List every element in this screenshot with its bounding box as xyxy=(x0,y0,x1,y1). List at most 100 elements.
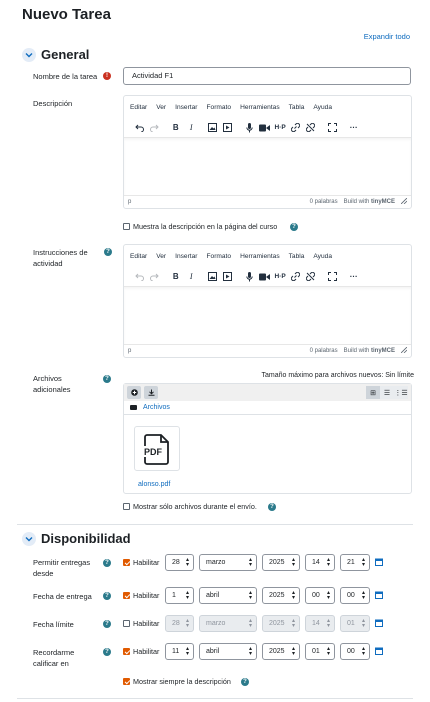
tree-view-icon[interactable]: ⋮☰ xyxy=(394,386,408,399)
menu-table[interactable]: Tabla xyxy=(289,104,305,111)
menu-edit[interactable]: Editar xyxy=(130,104,147,111)
description-editor[interactable]: Editar Ver Insertar Formato Herramientas… xyxy=(123,95,412,209)
redo-icon[interactable] xyxy=(147,121,161,135)
unlink-icon[interactable] xyxy=(304,270,318,284)
minute-select[interactable]: 00 ▴ ▾ xyxy=(340,643,370,660)
built-with[interactable]: Build with tinyMCE xyxy=(344,348,395,354)
list-view-icon[interactable]: ☰ xyxy=(380,386,394,399)
microphone-icon[interactable] xyxy=(242,270,256,284)
menu-format[interactable]: Formato xyxy=(207,104,232,111)
more-icon[interactable]: ··· xyxy=(347,270,361,284)
calendar-icon[interactable] xyxy=(375,647,383,655)
month-select[interactable]: abril ▴ ▾ xyxy=(199,587,257,604)
built-with[interactable]: Build with tinyMCE xyxy=(344,199,395,205)
image-icon[interactable] xyxy=(206,121,220,135)
grading-reminder-enable-checkbox[interactable] xyxy=(123,648,130,655)
show-description-checkbox[interactable] xyxy=(123,223,130,230)
year-select[interactable]: 2025 ▴ ▾ xyxy=(262,643,300,660)
calendar-icon[interactable] xyxy=(375,591,383,599)
menu-view[interactable]: Ver xyxy=(156,104,166,111)
calendar-icon[interactable] xyxy=(375,558,383,566)
menu-format[interactable]: Formato xyxy=(207,253,232,260)
italic-icon[interactable]: I xyxy=(184,270,198,284)
show-files-checkbox[interactable] xyxy=(123,503,130,510)
menu-tools[interactable]: Herramientas xyxy=(240,104,280,111)
help-icon[interactable]: ? xyxy=(268,503,276,511)
help-icon[interactable]: ? xyxy=(103,648,111,656)
grid-view-icon[interactable]: ⊞ xyxy=(366,386,380,399)
editor-content-area[interactable] xyxy=(124,286,411,345)
download-button[interactable] xyxy=(144,386,158,399)
menu-insert[interactable]: Insertar xyxy=(175,104,197,111)
fullscreen-icon[interactable] xyxy=(325,121,339,135)
editor-path[interactable]: p xyxy=(128,348,131,354)
bold-icon[interactable]: B xyxy=(169,121,183,135)
menu-help[interactable]: Ayuda xyxy=(313,104,332,111)
help-icon[interactable]: ? xyxy=(103,375,111,383)
file-name-link[interactable]: alonso.pdf xyxy=(138,481,170,488)
link-icon[interactable] xyxy=(289,270,303,284)
editor-content-area[interactable] xyxy=(124,137,411,196)
instructions-editor[interactable]: Editar Ver Insertar Formato Herramientas… xyxy=(123,244,412,358)
expand-all-link[interactable]: Expandir todo xyxy=(364,32,410,41)
bold-icon[interactable]: B xyxy=(169,270,183,284)
name-input[interactable]: Actividad F1 xyxy=(123,67,411,85)
italic-icon[interactable]: I xyxy=(184,121,198,135)
help-icon[interactable]: ? xyxy=(103,592,111,600)
more-icon[interactable]: ··· xyxy=(347,121,361,135)
year-select[interactable]: 2025 ▴ ▾ xyxy=(262,554,300,571)
help-icon[interactable]: ? xyxy=(103,620,111,628)
microphone-icon[interactable] xyxy=(242,121,256,135)
file-manager[interactable]: ⊞ ☰ ⋮☰ Archivos PDF alonso.pdf xyxy=(123,383,412,494)
file-tile[interactable]: PDF xyxy=(134,426,180,471)
help-icon[interactable]: ? xyxy=(290,223,298,231)
files-path-link[interactable]: Archivos xyxy=(143,404,170,411)
redo-icon[interactable] xyxy=(147,270,161,284)
help-icon[interactable]: ? xyxy=(103,559,111,567)
always-show-description-checkbox[interactable] xyxy=(123,678,130,685)
menu-view[interactable]: Ver xyxy=(156,253,166,260)
day-select[interactable]: 28 ▴ ▾ xyxy=(165,554,194,571)
unlink-icon[interactable] xyxy=(304,121,318,135)
minute-select[interactable]: 21 ▴ ▾ xyxy=(340,554,370,571)
allow-submissions-enable-checkbox[interactable] xyxy=(123,559,130,566)
day-select[interactable]: 1 ▴ ▾ xyxy=(165,587,194,604)
hour-select[interactable]: 01 ▴ ▾ xyxy=(305,643,335,660)
undo-icon[interactable] xyxy=(132,121,146,135)
word-count[interactable]: 0 palabras xyxy=(310,348,338,354)
minute-select[interactable]: 00 ▴ ▾ xyxy=(340,587,370,604)
general-section-header[interactable]: General xyxy=(22,47,89,62)
help-icon[interactable]: ? xyxy=(241,678,249,686)
link-icon[interactable] xyxy=(289,121,303,135)
year-select[interactable]: 2025 ▴ ▾ xyxy=(262,587,300,604)
add-file-button[interactable] xyxy=(127,386,141,399)
media-icon[interactable] xyxy=(221,121,235,135)
video-icon[interactable] xyxy=(258,121,272,135)
undo-icon[interactable] xyxy=(132,270,146,284)
month-select[interactable]: marzo ▴ ▾ xyxy=(199,554,257,571)
word-count[interactable]: 0 palabras xyxy=(310,199,338,205)
menu-insert[interactable]: Insertar xyxy=(175,253,197,260)
editor-path[interactable]: p xyxy=(128,199,131,205)
availability-section-header[interactable]: Disponibilidad xyxy=(22,531,131,546)
resize-handle-icon[interactable] xyxy=(400,346,408,355)
media-icon[interactable] xyxy=(221,270,235,284)
menu-edit[interactable]: Editar xyxy=(130,253,147,260)
day-select[interactable]: 11 ▴ ▾ xyxy=(165,643,194,660)
h5p-icon[interactable]: H·P xyxy=(273,121,287,135)
fullscreen-icon[interactable] xyxy=(325,270,339,284)
video-icon[interactable] xyxy=(258,270,272,284)
menu-tools[interactable]: Herramientas xyxy=(240,253,280,260)
menu-table[interactable]: Tabla xyxy=(289,253,305,260)
resize-handle-icon[interactable] xyxy=(400,197,408,206)
month-select[interactable]: abril ▴ ▾ xyxy=(199,643,257,660)
hour-select[interactable]: 14 ▴ ▾ xyxy=(305,554,335,571)
calendar-icon[interactable] xyxy=(375,619,383,627)
image-icon[interactable] xyxy=(206,270,220,284)
due-date-enable-checkbox[interactable] xyxy=(123,592,130,599)
cutoff-date-enable-checkbox[interactable] xyxy=(123,620,130,627)
help-icon[interactable]: ? xyxy=(104,248,112,256)
hour-select[interactable]: 00 ▴ ▾ xyxy=(305,587,335,604)
menu-help[interactable]: Ayuda xyxy=(313,253,332,260)
h5p-icon[interactable]: H·P xyxy=(273,270,287,284)
